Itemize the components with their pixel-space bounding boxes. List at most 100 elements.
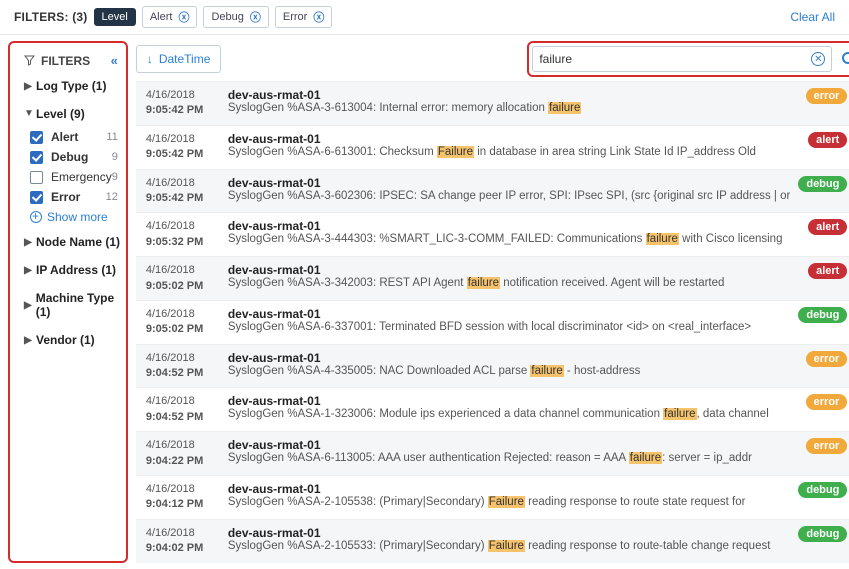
filter-option[interactable]: Debug9 (30, 147, 126, 167)
filter-group-header[interactable]: ▼Level (9) (24, 104, 126, 124)
log-row[interactable]: 4/16/20189:04:52 PMdev-aus-rmat-01Syslog… (136, 344, 849, 388)
log-host: dev-aus-rmat-01 (228, 263, 800, 277)
log-row[interactable]: 4/16/20189:05:32 PMdev-aus-rmat-01Syslog… (136, 212, 849, 256)
search-highlight: failure (663, 408, 696, 420)
log-row[interactable]: 4/16/20189:05:02 PMdev-aus-rmat-01Syslog… (136, 256, 849, 300)
filter-chip-alert[interactable]: Alertⓧ (142, 6, 198, 28)
caret-right-icon: ▶ (24, 335, 32, 346)
filter-group-label: Machine Type (1) (36, 291, 126, 319)
filter-option-label: Error (51, 190, 106, 204)
search-highlight: failure (467, 277, 500, 289)
search-highlight: failure (629, 452, 662, 464)
filter-option-count: 9 (112, 171, 118, 183)
log-row[interactable]: 4/16/20189:04:02 PMdev-aus-rmat-01Syslog… (136, 519, 849, 563)
timestamp: 4/16/20189:05:02 PM (146, 263, 224, 294)
search-button[interactable] (836, 46, 849, 72)
sort-button[interactable]: ↓ DateTime (136, 45, 222, 73)
log-body: dev-aus-rmat-01SyslogGen %ASA-3-602306: … (224, 176, 791, 202)
log-row[interactable]: 4/16/20189:04:52 PM dev-aus-rmat-01Syslog… (136, 387, 849, 431)
timestamp: 4/16/20189:04:12 PM (146, 482, 224, 513)
log-message: SyslogGen %ASA-2-105538: (Primary|Second… (228, 496, 791, 508)
level-badge: debug (798, 482, 847, 498)
log-right: error› (806, 438, 849, 454)
log-message: SyslogGen %ASA-4-335005: NAC Downloaded … (228, 365, 798, 377)
level-badge: error (806, 351, 848, 367)
log-row[interactable]: 4/16/20189:04:22 PMdev-aus-rmat-01Syslog… (136, 431, 849, 475)
checkbox[interactable] (30, 171, 43, 184)
filter-option[interactable]: Emergency9 (30, 167, 126, 187)
search-area: ✕ (527, 41, 849, 77)
checkbox[interactable] (30, 131, 43, 144)
timestamp: 4/16/20189:04:02 PM (146, 526, 224, 557)
log-right: alert› (808, 219, 849, 235)
filter-group-header[interactable]: ▶Machine Type (1) (24, 288, 126, 322)
filter-option[interactable]: Alert11 (30, 127, 126, 147)
log-message: SyslogGen %ASA-6-337001: Terminated BFD … (228, 321, 791, 333)
search-highlight: Failure (488, 496, 525, 508)
timestamp: 4/16/20189:05:32 PM (146, 219, 224, 250)
show-more-link[interactable]: Show more (24, 207, 126, 224)
log-message: SyslogGen %ASA-1-323006: Module ips expe… (228, 408, 798, 420)
filter-group-header[interactable]: ▶ IP Address (1) (24, 260, 126, 280)
level-badge: alert (808, 263, 847, 279)
filter-option-label: Debug (51, 150, 112, 164)
log-row[interactable]: 4/16/20189:05:42 PM dev-aus-rmat-01Syslog… (136, 125, 849, 169)
log-body: dev-aus-rmat-01SyslogGen %ASA-4-335005: … (224, 351, 798, 377)
log-row[interactable]: 4/16/20189:05:02 PMdev-aus-rmat-01Syslog… (136, 300, 849, 344)
caret-down-icon: ▼ (24, 108, 32, 119)
timestamp: 4/16/20189:05:42 PM (146, 132, 224, 163)
level-badge: debug (798, 307, 847, 323)
filter-group-header[interactable]: ▶Log Type (1) (24, 76, 126, 96)
log-right: debug› (798, 526, 849, 542)
log-host: dev-aus-rmat-01 (228, 176, 791, 190)
log-body: dev-aus-rmat-01SyslogGen %ASA-3-444303: … (224, 219, 800, 245)
filter-group-label: Vendor (1) (36, 333, 95, 347)
search-input[interactable] (539, 52, 811, 66)
log-row[interactable]: 4/16/20189:05:42 PMdev-aus-rmat-01Syslog… (136, 81, 849, 125)
filter-chip-error[interactable]: Errorⓧ (275, 6, 332, 28)
caret-right-icon: ▶ (24, 237, 32, 248)
filter-group-header[interactable]: ▶Node Name (1) (24, 232, 126, 252)
filter-chip-debug[interactable]: Debugⓧ (203, 6, 268, 28)
collapse-sidebar-icon[interactable]: « (111, 53, 118, 68)
timestamp: 4/16/20189:05:02 PM (146, 307, 224, 338)
filter-chip-level[interactable]: Level (94, 8, 136, 26)
results-list: 4/16/20189:05:42 PMdev-aus-rmat-01Syslog… (136, 81, 849, 563)
filters-label: FILTERS: (3) (14, 10, 88, 24)
log-message: SyslogGen %ASA-6-613001: Checksum Failur… (228, 146, 800, 158)
plus-icon (30, 211, 42, 223)
log-host: dev-aus-rmat-01 (228, 482, 791, 496)
log-host: dev-aus-rmat-01 (228, 219, 800, 233)
log-host: dev-aus-rmat-01 (228, 351, 798, 365)
filter-option-count: 9 (112, 151, 118, 163)
filters-heading: FILTERS « (24, 53, 126, 68)
level-badge: debug (798, 526, 847, 542)
clear-all-link[interactable]: Clear All (790, 10, 835, 24)
filter-chip-bar: FILTERS: (3) Level AlertⓧDebugⓧ Errorⓧ Cle… (0, 0, 849, 35)
checkbox[interactable] (30, 191, 43, 204)
log-host: dev-aus-rmat-01 (228, 394, 798, 408)
clear-search-icon[interactable]: ✕ (811, 52, 825, 66)
log-right: error› (806, 394, 849, 410)
filter-option[interactable]: Error12 (30, 187, 126, 207)
caret-right-icon: ▶ (24, 265, 32, 276)
funnel-icon (24, 55, 35, 66)
log-row[interactable]: 4/16/20189:04:12 PM dev-aus-rmat-01Syslog… (136, 475, 849, 519)
checkbox[interactable] (30, 151, 43, 164)
level-badge: alert (808, 132, 847, 148)
filter-group-header[interactable]: ▶ Vendor (1) (24, 330, 126, 350)
remove-chip-icon[interactable]: ⓧ (250, 9, 261, 25)
search-box: ✕ (532, 46, 832, 72)
level-badge: error (806, 394, 848, 410)
filter-group-label: IP Address (1) (36, 263, 116, 277)
log-host: dev-aus-rmat-01 (228, 438, 798, 452)
log-host: dev-aus-rmat-01 (228, 132, 800, 146)
log-body: dev-aus-rmat-01SyslogGen %ASA-6-337001: … (224, 307, 791, 333)
remove-chip-icon[interactable]: ⓧ (178, 9, 189, 25)
caret-right-icon: ▶ (24, 81, 32, 92)
log-row[interactable]: 4/16/20189:05:42 PMdev-aus-rmat-01Syslog… (136, 169, 849, 213)
timestamp: 4/16/20189:04:52 PM (146, 394, 224, 425)
remove-chip-icon[interactable]: ⓧ (313, 9, 324, 25)
log-right: alert› (808, 263, 849, 279)
level-badge: error (806, 438, 848, 454)
